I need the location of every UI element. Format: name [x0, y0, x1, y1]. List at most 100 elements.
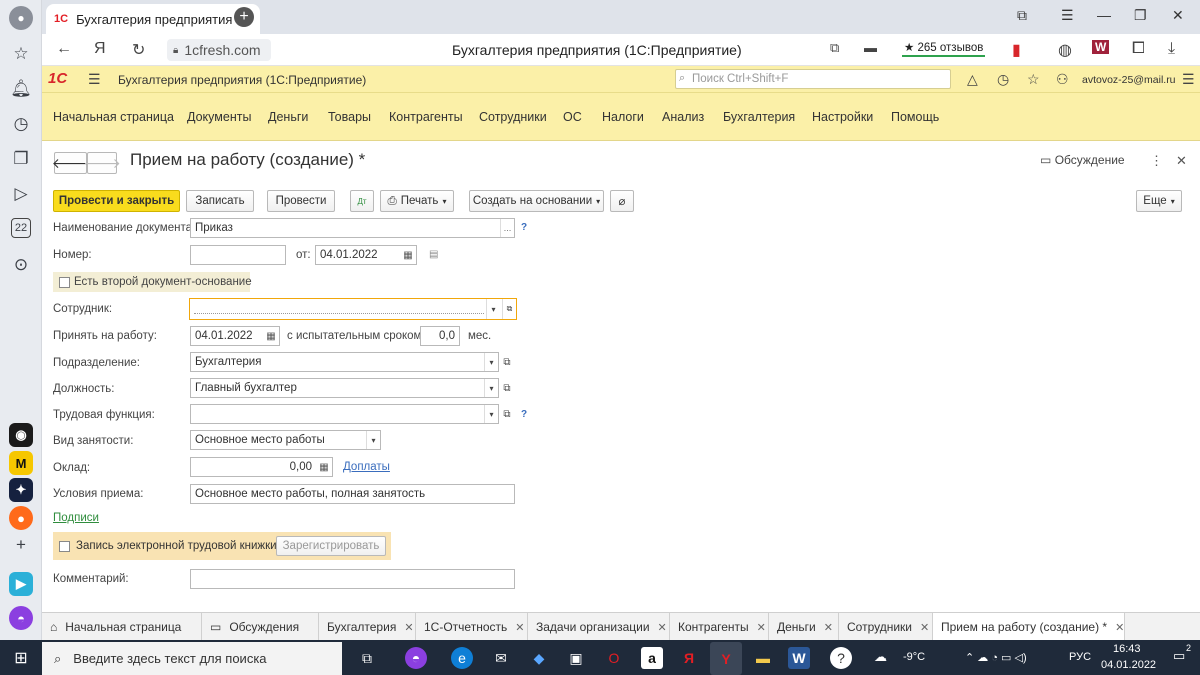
weather-cloud-icon[interactable]: ☁ — [874, 649, 887, 665]
open-tab-money[interactable]: Деньги ✕ — [769, 613, 839, 641]
register-button[interactable]: Зарегистрировать — [276, 536, 386, 556]
open-tab-reporting[interactable]: 1С-Отчетность ✕ — [416, 613, 528, 641]
menu-item-employees[interactable]: Сотрудники — [479, 110, 547, 124]
position-input[interactable]: Главный бухгалтер ▾ — [190, 378, 499, 398]
print-button[interactable]: ⎙ Печать ▾ — [380, 190, 454, 212]
department-input[interactable]: Бухгалтерия ▾ — [190, 352, 499, 372]
clock-time[interactable]: 16:43 — [1113, 643, 1141, 655]
menu-item-settings[interactable]: Настройки — [812, 110, 873, 124]
open-link-icon[interactable]: ⧉ — [500, 404, 514, 424]
number-settings-icon[interactable]: ▤ — [429, 249, 438, 260]
sections-menu-icon[interactable]: ☰ — [88, 71, 101, 88]
chevron-down-icon[interactable]: ▾ — [484, 379, 498, 397]
doc-name-input[interactable]: Приказ… — [190, 218, 515, 238]
number-input[interactable] — [190, 245, 286, 265]
calendar-icon[interactable]: ▦ — [400, 246, 416, 264]
allowances-link[interactable]: Доплаты — [343, 461, 390, 473]
app-icon-play[interactable]: ▶ — [9, 572, 33, 596]
chevron-down-icon[interactable]: ▾ — [484, 405, 498, 423]
play-icon[interactable]: ▷ — [9, 182, 33, 206]
collections-icon[interactable]: ❐ — [9, 147, 33, 171]
profile-avatar-icon[interactable]: ● — [9, 6, 33, 30]
dropbox-icon[interactable]: ◆ — [528, 647, 550, 669]
back-arrow-icon[interactable]: ← — [56, 40, 72, 58]
close-icon[interactable]: ✕ — [824, 621, 833, 634]
edge-icon[interactable]: e — [451, 647, 473, 669]
conditions-input[interactable]: Основное место работы, полная занятость — [190, 484, 515, 504]
chevron-down-icon[interactable]: ▾ — [486, 299, 500, 319]
user-email[interactable]: avtovoz-25@mail.ru — [1082, 74, 1176, 86]
calendar-badge-icon[interactable]: 22 — [11, 218, 31, 238]
app-icon-orange[interactable]: ● — [9, 506, 33, 530]
calculator-icon[interactable]: ▦ — [316, 458, 332, 476]
post-and-close-button[interactable]: Провести и закрыть — [53, 190, 180, 212]
favorites-star-icon[interactable]: ☆ — [1027, 71, 1040, 88]
menu-item-money[interactable]: Деньги — [268, 110, 308, 124]
download-icon[interactable]: ⤓ — [1168, 40, 1175, 58]
clock-date[interactable]: 04.01.2022 — [1101, 659, 1156, 671]
reviews-badge[interactable]: ★ 265 отзывов — [902, 39, 986, 57]
form-forward-button[interactable]: 🡒 — [83, 152, 121, 174]
windows-start-icon[interactable]: ⊞ — [10, 647, 32, 669]
opera-icon[interactable]: O — [603, 647, 625, 669]
favorites-star-icon[interactable]: ☆ — [9, 42, 33, 66]
help-icon[interactable]: ? — [830, 647, 852, 669]
attach-file-icon[interactable]: ⌀ — [610, 190, 634, 212]
help-question-icon[interactable]: ? — [521, 222, 527, 233]
hamburger-menu-icon[interactable]: ☰ — [1061, 7, 1074, 24]
extension-w-icon[interactable]: W — [1092, 40, 1110, 54]
app-icon-yandex-m[interactable]: M — [9, 451, 33, 475]
form-close-icon[interactable]: ✕ — [1176, 153, 1187, 169]
post-button[interactable]: Провести — [267, 190, 335, 212]
close-icon[interactable]: ✕ — [404, 621, 413, 634]
minimize-icon[interactable]: — — [1097, 7, 1111, 23]
reload-icon[interactable]: ↻ — [132, 40, 145, 60]
extensions-puzzle-icon[interactable]: ⧠ — [1132, 40, 1145, 58]
menu-item-home[interactable]: Начальная страница — [53, 110, 174, 124]
app-icon-alice[interactable]: ◓ — [9, 606, 33, 630]
close-icon[interactable]: ✕ — [658, 621, 667, 634]
yandex-icon[interactable]: Я — [94, 40, 106, 58]
bookmark-icon[interactable]: ▮ — [1012, 40, 1021, 60]
close-icon[interactable]: ✕ — [1115, 621, 1124, 634]
labor-function-input[interactable]: ▾ — [190, 404, 499, 424]
global-search-input[interactable]: ⌕ Поиск Ctrl+Shift+F — [675, 69, 951, 89]
notifications-icon[interactable]: ▭ — [1173, 648, 1185, 664]
tabs-menu-icon[interactable]: ⧉ — [1017, 7, 1027, 24]
save-button[interactable]: Записать — [186, 190, 254, 212]
app-icon-star[interactable]: ✦ — [9, 478, 33, 502]
history-icon[interactable]: ◷ — [997, 71, 1009, 88]
select-dots-icon[interactable]: … — [500, 219, 514, 237]
salary-input[interactable]: 0,00 ▦ — [190, 457, 333, 477]
open-tab-org-tasks[interactable]: Задачи организации ✕ — [528, 613, 670, 641]
browser-tab[interactable]: 1С Бухгалтерия предприятия ✕ — [46, 4, 260, 34]
menu-item-goods[interactable]: Товары — [328, 110, 371, 124]
form-more-icon[interactable]: ⋮ — [1150, 153, 1163, 169]
create-based-on-button[interactable]: Создать на основании ▾ — [469, 190, 604, 212]
user-icon[interactable]: ⚇ — [1056, 71, 1069, 88]
close-icon[interactable]: ✕ — [920, 621, 929, 634]
electronic-labor-book-checkbox[interactable] — [59, 541, 70, 552]
tray-icons[interactable]: ⌃ ☁ ◔ ▭ ◁) — [965, 651, 1027, 664]
employment-type-select[interactable]: Основное место работы ▾ — [190, 430, 381, 450]
accounting-entries-icon[interactable]: Дт — [350, 190, 374, 212]
open-tab-hire-form[interactable]: Прием на работу (создание) * ✕ — [933, 613, 1125, 641]
menu-item-documents[interactable]: Документы — [187, 110, 251, 124]
comment-input[interactable] — [190, 569, 515, 589]
open-tab-counterparties[interactable]: Контрагенты ✕ — [670, 613, 769, 641]
notifications-bell-icon[interactable]: 🔔︎ — [9, 77, 33, 101]
form-back-button[interactable]: 🡐 — [52, 152, 89, 174]
employee-input[interactable]: ▾ ⧉ — [189, 298, 517, 320]
alice-icon[interactable]: ◓ — [405, 647, 427, 669]
mail-icon[interactable]: ✉ — [490, 647, 512, 669]
discussion-button[interactable]: ▭ Обсуждение — [1040, 153, 1125, 167]
hired-date-input[interactable]: 04.01.2022 ▦ — [190, 326, 280, 346]
close-window-icon[interactable]: ✕ — [1172, 7, 1184, 24]
word-icon[interactable]: W — [788, 647, 810, 669]
extension-icon[interactable]: ◍ — [1058, 40, 1072, 60]
taskbar-search[interactable]: ⌕ Введите здесь текст для поиска — [42, 642, 342, 675]
signatures-link[interactable]: Подписи — [53, 512, 99, 524]
open-tab-accounting[interactable]: Бухгалтерия ✕ — [319, 613, 416, 641]
notifications-bell-icon[interactable]: △ — [967, 71, 978, 88]
store-icon[interactable]: ▣ — [565, 647, 587, 669]
